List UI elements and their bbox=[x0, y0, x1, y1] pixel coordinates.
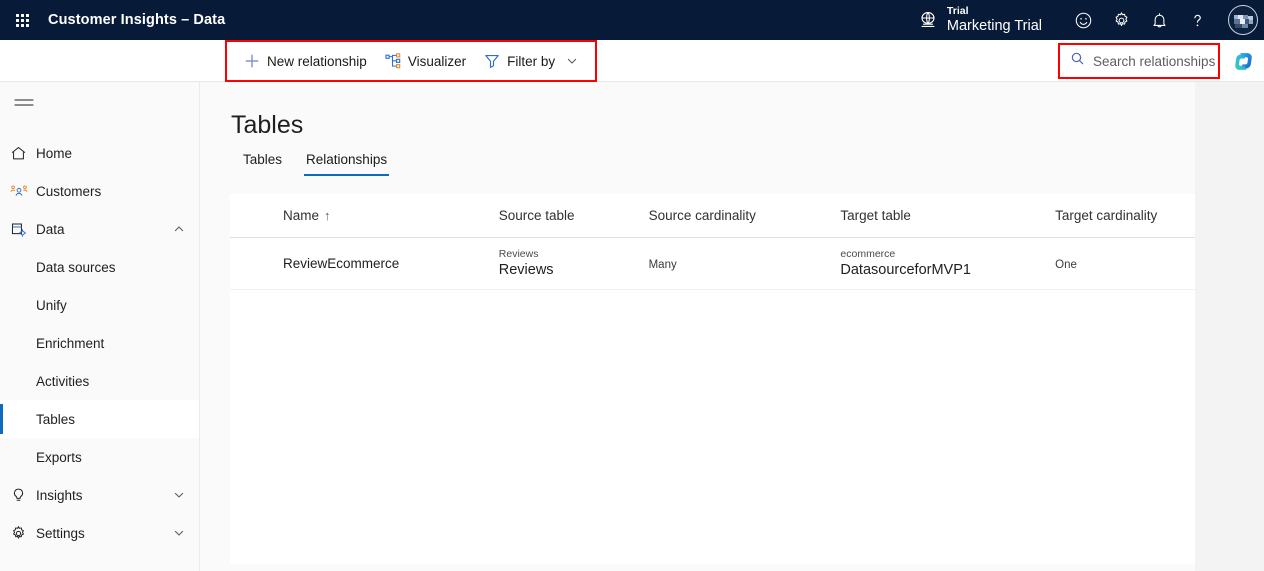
target-table-name: DatasourceforMVP1 bbox=[840, 262, 971, 279]
sidebar-item-data-label: Data bbox=[36, 221, 65, 237]
gear-icon bbox=[10, 525, 36, 542]
column-header-name-label: Name bbox=[283, 208, 320, 223]
source-table-datasource: Reviews bbox=[498, 247, 539, 260]
chevron-down-icon[interactable] bbox=[173, 527, 185, 539]
column-header-target-table-label: Target table bbox=[840, 208, 911, 223]
settings-gear-icon[interactable] bbox=[1102, 0, 1140, 40]
visualizer-label: Visualizer bbox=[407, 53, 467, 69]
share-graph-icon bbox=[385, 53, 401, 69]
trial-name: Marketing Trial bbox=[946, 17, 1042, 34]
sidebar-item-unify-label: Unify bbox=[36, 297, 67, 313]
filter-funnel-icon bbox=[484, 53, 500, 69]
sidebar-item-insights[interactable]: Insights bbox=[0, 476, 199, 514]
copilot-icon[interactable] bbox=[1228, 46, 1258, 76]
sidebar-item-customers[interactable]: Customers bbox=[0, 172, 199, 210]
sidebar-item-data[interactable]: Data bbox=[0, 210, 199, 248]
sidebar-item-activities[interactable]: Activities bbox=[0, 362, 199, 400]
table-row[interactable]: ReviewEcommerce Reviews Reviews Many eco… bbox=[230, 238, 1195, 290]
sidebar-item-unify[interactable]: Unify bbox=[0, 286, 199, 324]
sidebar-item-activities-label: Activities bbox=[36, 373, 90, 389]
relationships-table: Name ↑ Source table Source cardinality T… bbox=[230, 194, 1195, 564]
plus-icon bbox=[244, 53, 260, 69]
tab-relationships[interactable]: Relationships bbox=[294, 152, 399, 176]
content-right-gutter bbox=[1195, 82, 1264, 571]
user-avatar[interactable] bbox=[1222, 0, 1264, 40]
home-icon bbox=[10, 145, 36, 162]
tab-tables-label: Tables bbox=[243, 152, 283, 167]
sidebar-item-exports-label: Exports bbox=[36, 449, 82, 465]
cell-source-table: Reviews Reviews bbox=[499, 247, 649, 280]
feedback-smiley-icon[interactable] bbox=[1064, 0, 1102, 40]
cell-target-table: ecommerce DatasourceforMVP1 bbox=[840, 247, 1055, 280]
target-table-datasource: ecommerce bbox=[840, 247, 896, 260]
help-question-icon[interactable] bbox=[1178, 0, 1216, 40]
target-cardinality-value: One bbox=[1055, 258, 1077, 271]
filter-by-button[interactable]: Filter by bbox=[475, 46, 587, 76]
table-header-row: Name ↑ Source table Source cardinality T… bbox=[230, 194, 1195, 238]
new-relationship-button[interactable]: New relationship bbox=[235, 46, 376, 76]
content-tabs: Tables Relationships bbox=[231, 152, 399, 176]
column-header-target-cardinality[interactable]: Target cardinality bbox=[1055, 208, 1195, 223]
source-table-name: Reviews bbox=[498, 262, 554, 279]
search-relationships-input[interactable]: Search relationships bbox=[1058, 43, 1220, 79]
sidebar-item-tables-label: Tables bbox=[36, 411, 76, 427]
sidebar-item-data-sources-label: Data sources bbox=[36, 259, 116, 275]
sidebar-item-data-sources[interactable]: Data sources bbox=[0, 248, 199, 286]
left-navigation-sidebar: Home Customers Data Data sources Unify E… bbox=[0, 82, 200, 571]
main-content-area: Tables Tables Relationships Name ↑ Sourc… bbox=[200, 82, 1264, 571]
sort-ascending-icon: ↑ bbox=[324, 208, 331, 223]
sidebar-item-home-label: Home bbox=[36, 145, 73, 161]
chevron-up-icon[interactable] bbox=[173, 223, 185, 235]
page-title: Tables bbox=[231, 111, 304, 139]
lightbulb-icon bbox=[10, 487, 36, 504]
column-header-target-table[interactable]: Target table bbox=[840, 208, 1055, 223]
column-header-source-table-label: Source table bbox=[498, 208, 575, 223]
cell-source-cardinality: Many bbox=[649, 255, 841, 273]
cell-relationship-name: ReviewEcommerce bbox=[283, 255, 499, 273]
sidebar-item-home[interactable]: Home bbox=[0, 134, 199, 172]
visualizer-button[interactable]: Visualizer bbox=[376, 46, 475, 76]
top-header-bar: Customer Insights – Data Trial Marketing… bbox=[0, 0, 1264, 40]
globe-icon bbox=[918, 10, 938, 30]
sidebar-item-enrichment-label: Enrichment bbox=[36, 335, 105, 351]
tab-tables[interactable]: Tables bbox=[231, 152, 294, 176]
column-header-source-cardinality[interactable]: Source cardinality bbox=[649, 208, 841, 223]
new-relationship-label: New relationship bbox=[267, 53, 367, 69]
relationship-name-value: ReviewEcommerce bbox=[283, 255, 400, 271]
sidebar-item-settings-label: Settings bbox=[36, 525, 85, 541]
sidebar-item-enrichment[interactable]: Enrichment bbox=[0, 324, 199, 362]
command-bar-actions-highlight: New relationship Visualizer Filter by bbox=[225, 40, 598, 82]
sidebar-item-customers-label: Customers bbox=[36, 183, 102, 199]
cell-target-cardinality: One bbox=[1055, 255, 1195, 273]
search-icon bbox=[1070, 51, 1085, 71]
app-launcher-icon[interactable] bbox=[0, 0, 44, 40]
header-icon-group bbox=[1064, 0, 1216, 40]
environment-indicator[interactable]: Trial Marketing Trial bbox=[918, 5, 1042, 34]
column-header-source-table[interactable]: Source table bbox=[499, 208, 649, 223]
column-header-target-cardinality-label: Target cardinality bbox=[1055, 208, 1158, 223]
trial-label: Trial bbox=[946, 5, 969, 17]
search-placeholder: Search relationships bbox=[1093, 53, 1216, 69]
people-icon bbox=[10, 183, 36, 200]
source-cardinality-value: Many bbox=[648, 258, 677, 271]
notifications-bell-icon[interactable] bbox=[1140, 0, 1178, 40]
sidebar-item-exports[interactable]: Exports bbox=[0, 438, 199, 476]
avatar-image bbox=[1228, 5, 1258, 35]
chevron-down-icon bbox=[566, 55, 578, 67]
chevron-down-icon[interactable] bbox=[173, 489, 185, 501]
sidebar-item-settings[interactable]: Settings bbox=[0, 514, 199, 552]
hamburger-menu[interactable] bbox=[0, 82, 48, 126]
command-bar: New relationship Visualizer Filter by Se… bbox=[0, 40, 1264, 82]
filter-by-label: Filter by bbox=[507, 53, 556, 69]
sidebar-item-insights-label: Insights bbox=[36, 487, 83, 503]
column-header-source-cardinality-label: Source cardinality bbox=[648, 208, 756, 223]
tab-relationships-label: Relationships bbox=[306, 152, 388, 167]
database-icon bbox=[10, 221, 36, 238]
app-title: Customer Insights – Data bbox=[48, 12, 226, 28]
sidebar-item-tables[interactable]: Tables bbox=[0, 400, 199, 438]
column-header-name[interactable]: Name ↑ bbox=[283, 208, 499, 223]
